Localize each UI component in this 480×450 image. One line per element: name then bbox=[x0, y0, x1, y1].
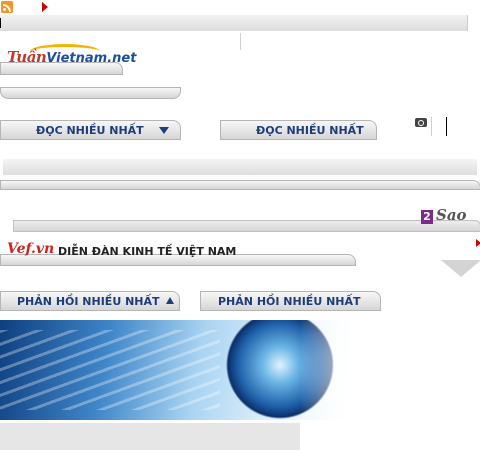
rss-icon[interactable] bbox=[1, 1, 13, 13]
divider bbox=[431, 117, 432, 136]
logo-tab-bar bbox=[0, 62, 123, 75]
section-bar bbox=[3, 159, 477, 175]
camera-icon[interactable] bbox=[415, 118, 427, 127]
banner-fade bbox=[300, 320, 356, 420]
section-tab-bar bbox=[0, 180, 480, 190]
toolbar-divider bbox=[0, 18, 1, 28]
sao-logo-digit[interactable]: 2 bbox=[421, 210, 433, 224]
divider bbox=[240, 33, 241, 50]
banner-keyboard-overlay bbox=[0, 330, 220, 410]
tab-most-feedback-2[interactable]: PHẢN HỒI NHIỀU NHẤT bbox=[200, 291, 381, 311]
triangle-up-icon[interactable] bbox=[166, 297, 174, 304]
tab-most-feedback-2-label: PHẢN HỒI NHIỀU NHẤT bbox=[218, 295, 361, 308]
divider bbox=[446, 117, 447, 136]
arrow-right-icon[interactable] bbox=[476, 239, 480, 247]
empty-tab-bar bbox=[0, 87, 181, 99]
section-bar-2 bbox=[13, 220, 480, 232]
vef-logo[interactable]: Vef.vn bbox=[7, 241, 54, 257]
tab-most-read-2[interactable]: ĐỌC NHIỀU NHẤT bbox=[220, 120, 377, 140]
tab-most-read-2-label: ĐỌC NHIỀU NHẤT bbox=[256, 124, 364, 137]
vef-subtitle: DIỄN ĐÀN KINH TẾ VIỆT NAM bbox=[58, 245, 237, 258]
triangle-down-icon[interactable] bbox=[159, 127, 169, 134]
arrow-right-icon[interactable] bbox=[42, 2, 48, 12]
tab-most-feedback-1-label: PHẢN HỒI NHIỀU NHẤT bbox=[17, 295, 160, 308]
sao-logo-word[interactable]: Sao bbox=[436, 206, 467, 224]
tab-most-read-1[interactable]: ĐỌC NHIỀU NHẤT bbox=[0, 120, 181, 140]
triangle-down-icon[interactable] bbox=[441, 260, 480, 277]
bottom-bar bbox=[0, 423, 300, 450]
top-toolbar bbox=[0, 15, 468, 31]
tab-most-feedback-1[interactable]: PHẢN HỒI NHIỀU NHẤT bbox=[0, 291, 180, 311]
tab-most-read-1-label: ĐỌC NHIỀU NHẤT bbox=[36, 124, 144, 137]
